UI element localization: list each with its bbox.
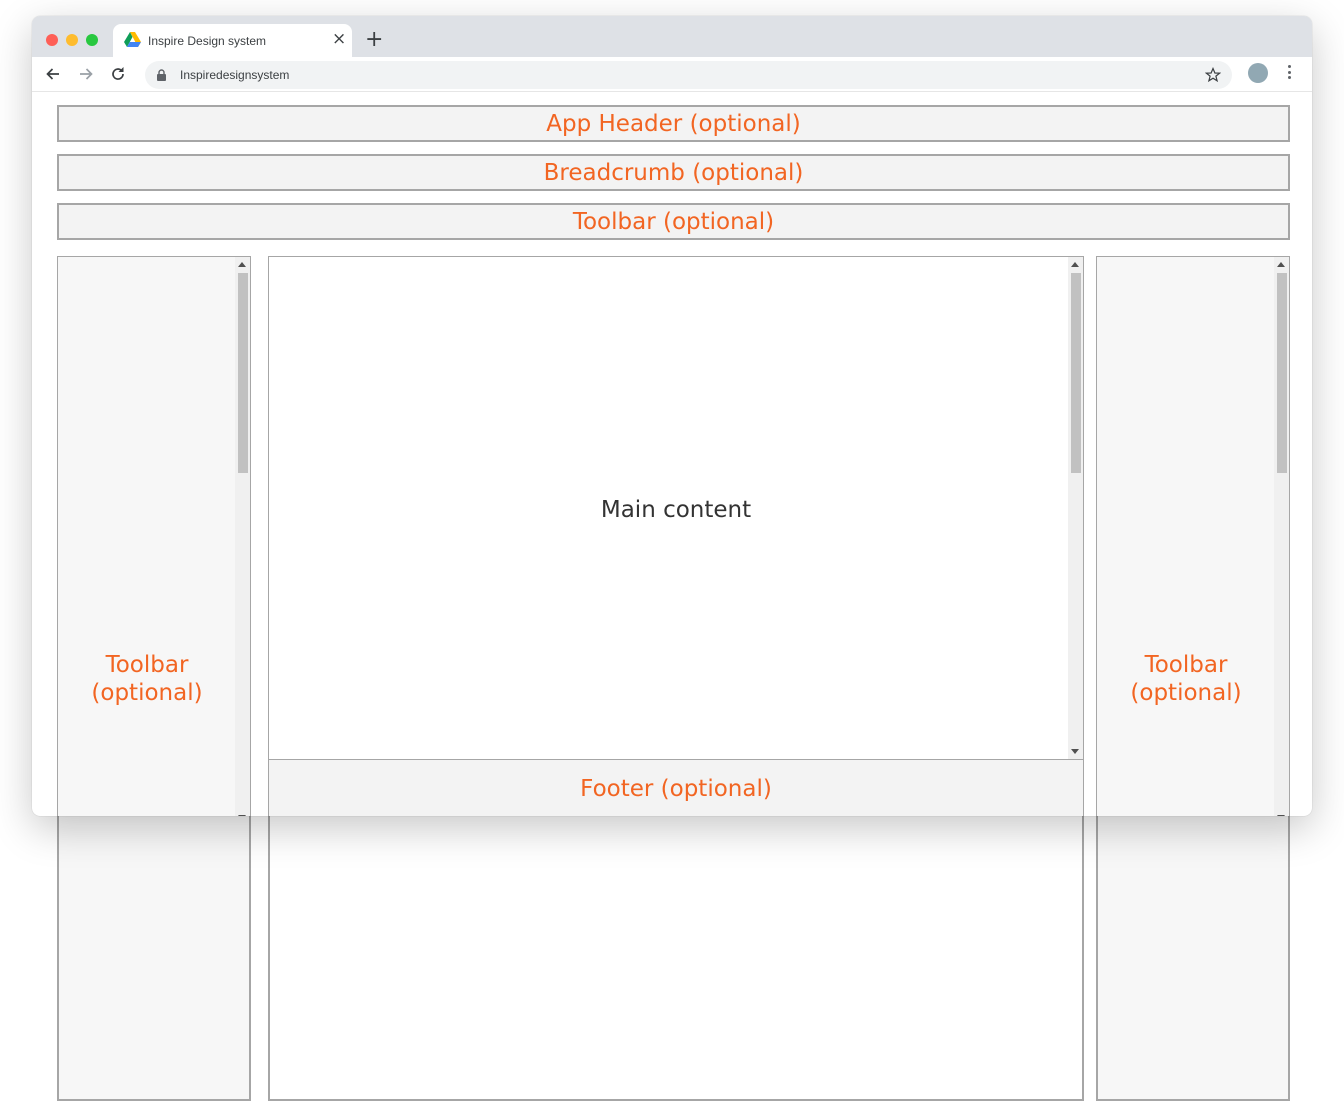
- top-toolbar-region: Toolbar (optional): [57, 203, 1290, 240]
- back-arrow-icon[interactable]: [43, 64, 63, 84]
- browser-toolbar: Inspiredesignsystem: [32, 57, 1312, 92]
- right-toolbar-label: Toolbar (optional): [1130, 652, 1242, 706]
- main-content-overflow: [268, 800, 1084, 1101]
- main-scrollbar[interactable]: [1068, 257, 1083, 759]
- minimize-window-button[interactable]: [66, 34, 78, 46]
- scroll-up-arrow-icon[interactable]: [238, 262, 246, 267]
- scroll-thumb[interactable]: [238, 273, 248, 473]
- new-tab-button[interactable]: +: [365, 29, 383, 51]
- right-scrollbar[interactable]: [1274, 257, 1289, 816]
- tab-title: Inspire Design system: [148, 34, 267, 48]
- main-content-panel: Main content: [268, 256, 1084, 760]
- footer-label: Footer (optional): [580, 776, 772, 802]
- reload-icon[interactable]: [108, 64, 128, 84]
- scroll-down-arrow-icon[interactable]: [1071, 749, 1079, 754]
- lock-icon: [157, 69, 166, 81]
- close-window-button[interactable]: [46, 34, 58, 46]
- maximize-window-button[interactable]: [86, 34, 98, 46]
- scroll-thumb[interactable]: [1071, 273, 1081, 473]
- left-scrollbar[interactable]: [235, 257, 250, 816]
- profile-avatar[interactable]: [1248, 63, 1268, 83]
- breadcrumb-label: Breadcrumb (optional): [543, 159, 804, 186]
- scroll-up-arrow-icon[interactable]: [1277, 262, 1285, 267]
- app-header-label: App Header (optional): [546, 110, 801, 137]
- drive-favicon-icon: [124, 32, 141, 47]
- right-toolbar-panel: Toolbar (optional): [1096, 256, 1290, 816]
- forward-arrow-icon[interactable]: [76, 64, 96, 84]
- left-toolbar-panel: Toolbar (optional): [57, 256, 251, 816]
- scroll-down-arrow-icon[interactable]: [238, 815, 246, 816]
- browser-window: Inspire Design system × + Inspiredesigns…: [32, 16, 1312, 816]
- close-tab-icon[interactable]: ×: [332, 31, 346, 48]
- left-toolbar-label: Toolbar (optional): [91, 652, 203, 706]
- url-text: Inspiredesignsystem: [180, 68, 290, 82]
- left-toolbar-overflow: [57, 800, 251, 1101]
- tab-strip: Inspire Design system × +: [32, 16, 1312, 57]
- more-menu-icon[interactable]: [1288, 65, 1292, 81]
- bookmark-star-icon[interactable]: [1205, 67, 1221, 83]
- footer-region: Footer (optional): [268, 759, 1084, 816]
- scroll-down-arrow-icon[interactable]: [1277, 815, 1285, 816]
- top-toolbar-label: Toolbar (optional): [572, 208, 775, 235]
- breadcrumb-region: Breadcrumb (optional): [57, 154, 1290, 191]
- right-toolbar-overflow: [1096, 800, 1290, 1101]
- scroll-thumb[interactable]: [1277, 273, 1287, 473]
- app-header-region: App Header (optional): [57, 105, 1290, 142]
- main-content-label: Main content: [600, 497, 752, 523]
- scroll-up-arrow-icon[interactable]: [1071, 262, 1079, 267]
- browser-tab[interactable]: Inspire Design system ×: [113, 24, 352, 57]
- address-bar[interactable]: Inspiredesignsystem: [145, 61, 1232, 89]
